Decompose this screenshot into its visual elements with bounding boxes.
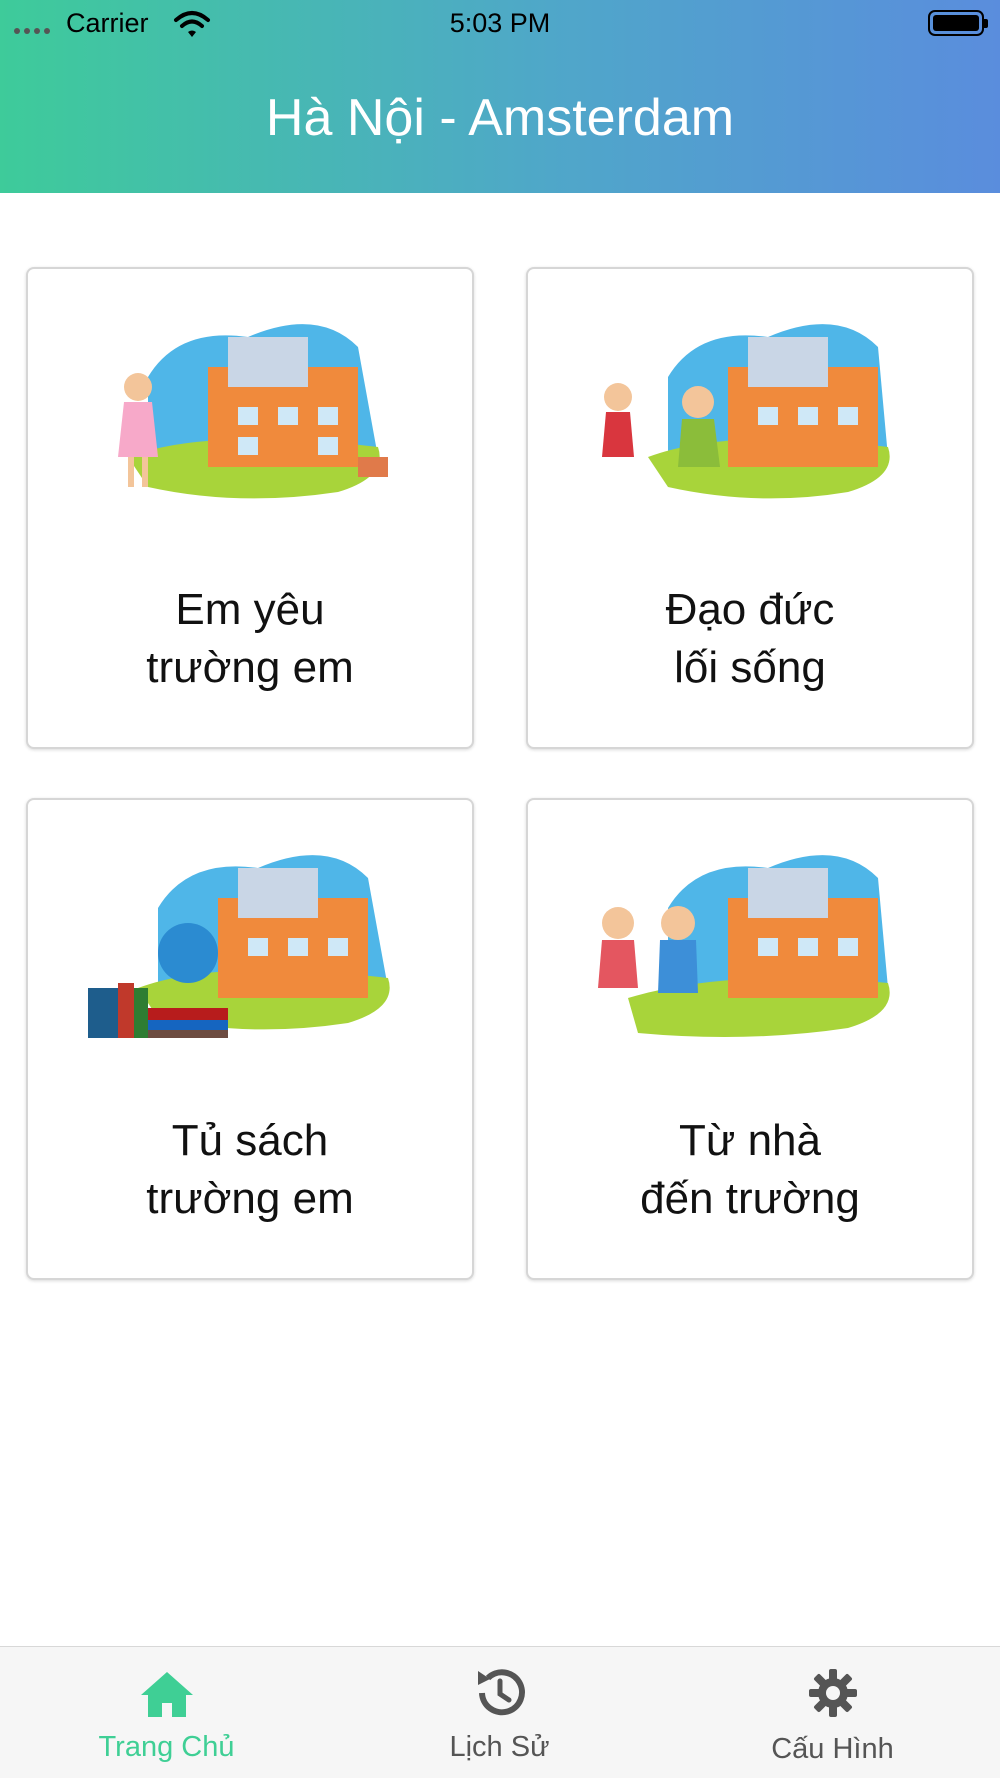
card-tu-nha-den-truong[interactable]: Từ nhà đến trường [526, 798, 974, 1280]
tab-label: Trang Chủ [98, 1731, 235, 1763]
school-kids-walking-illustration [598, 855, 890, 1037]
card-label: Đạo đức lối sống [528, 581, 972, 697]
school-girl-painting-illustration [118, 324, 388, 499]
card-label-line2: trường em [146, 1174, 354, 1223]
page-title: Hà Nội - Amsterdam [265, 89, 735, 147]
app-header: Carrier 5:03 PM Hà Nội - Amsterdam [0, 0, 1000, 193]
school-kids-waving-illustration [602, 324, 890, 499]
history-icon [477, 1669, 525, 1716]
card-em-yeu-truong-em[interactable]: Em yêu trường em [26, 267, 474, 749]
tab-label: Lịch Sử [449, 1731, 550, 1763]
tab-lich-su[interactable]: Lịch Sử [333, 1647, 666, 1778]
tab-trang-chu[interactable]: Trang Chủ [0, 1647, 333, 1778]
home-icon [140, 1672, 193, 1717]
tab-label: Cấu Hình [771, 1733, 894, 1765]
card-label: Em yêu trường em [28, 581, 472, 697]
battery-icon [928, 10, 988, 36]
card-label: Từ nhà đến trường [528, 1112, 972, 1228]
gear-icon [808, 1669, 857, 1717]
card-label-line1: Tủ sách [171, 1116, 329, 1165]
card-tu-sach-truong-em[interactable]: Tủ sách trường em [26, 798, 474, 1280]
card-label-line2: lối sống [674, 643, 826, 692]
school-books-globe-illustration [88, 855, 390, 1038]
tab-bar: Trang Chủ Lịch Sử Cấu Hình [0, 1646, 1000, 1778]
status-time: 5:03 PM [449, 8, 551, 38]
card-dao-duc-loi-song[interactable]: Đạo đức lối sống [526, 267, 974, 749]
card-label-line1: Em yêu [175, 585, 325, 634]
card-label-line1: Đạo đức [665, 585, 835, 634]
card-label-line1: Từ nhà [679, 1116, 821, 1165]
card-label-line2: trường em [146, 643, 354, 692]
card-label: Tủ sách trường em [28, 1112, 472, 1228]
tab-cau-hinh[interactable]: Cấu Hình [666, 1647, 999, 1778]
card-label-line2: đến trường [640, 1174, 860, 1223]
status-bar: Carrier 5:03 PM [0, 0, 1000, 48]
